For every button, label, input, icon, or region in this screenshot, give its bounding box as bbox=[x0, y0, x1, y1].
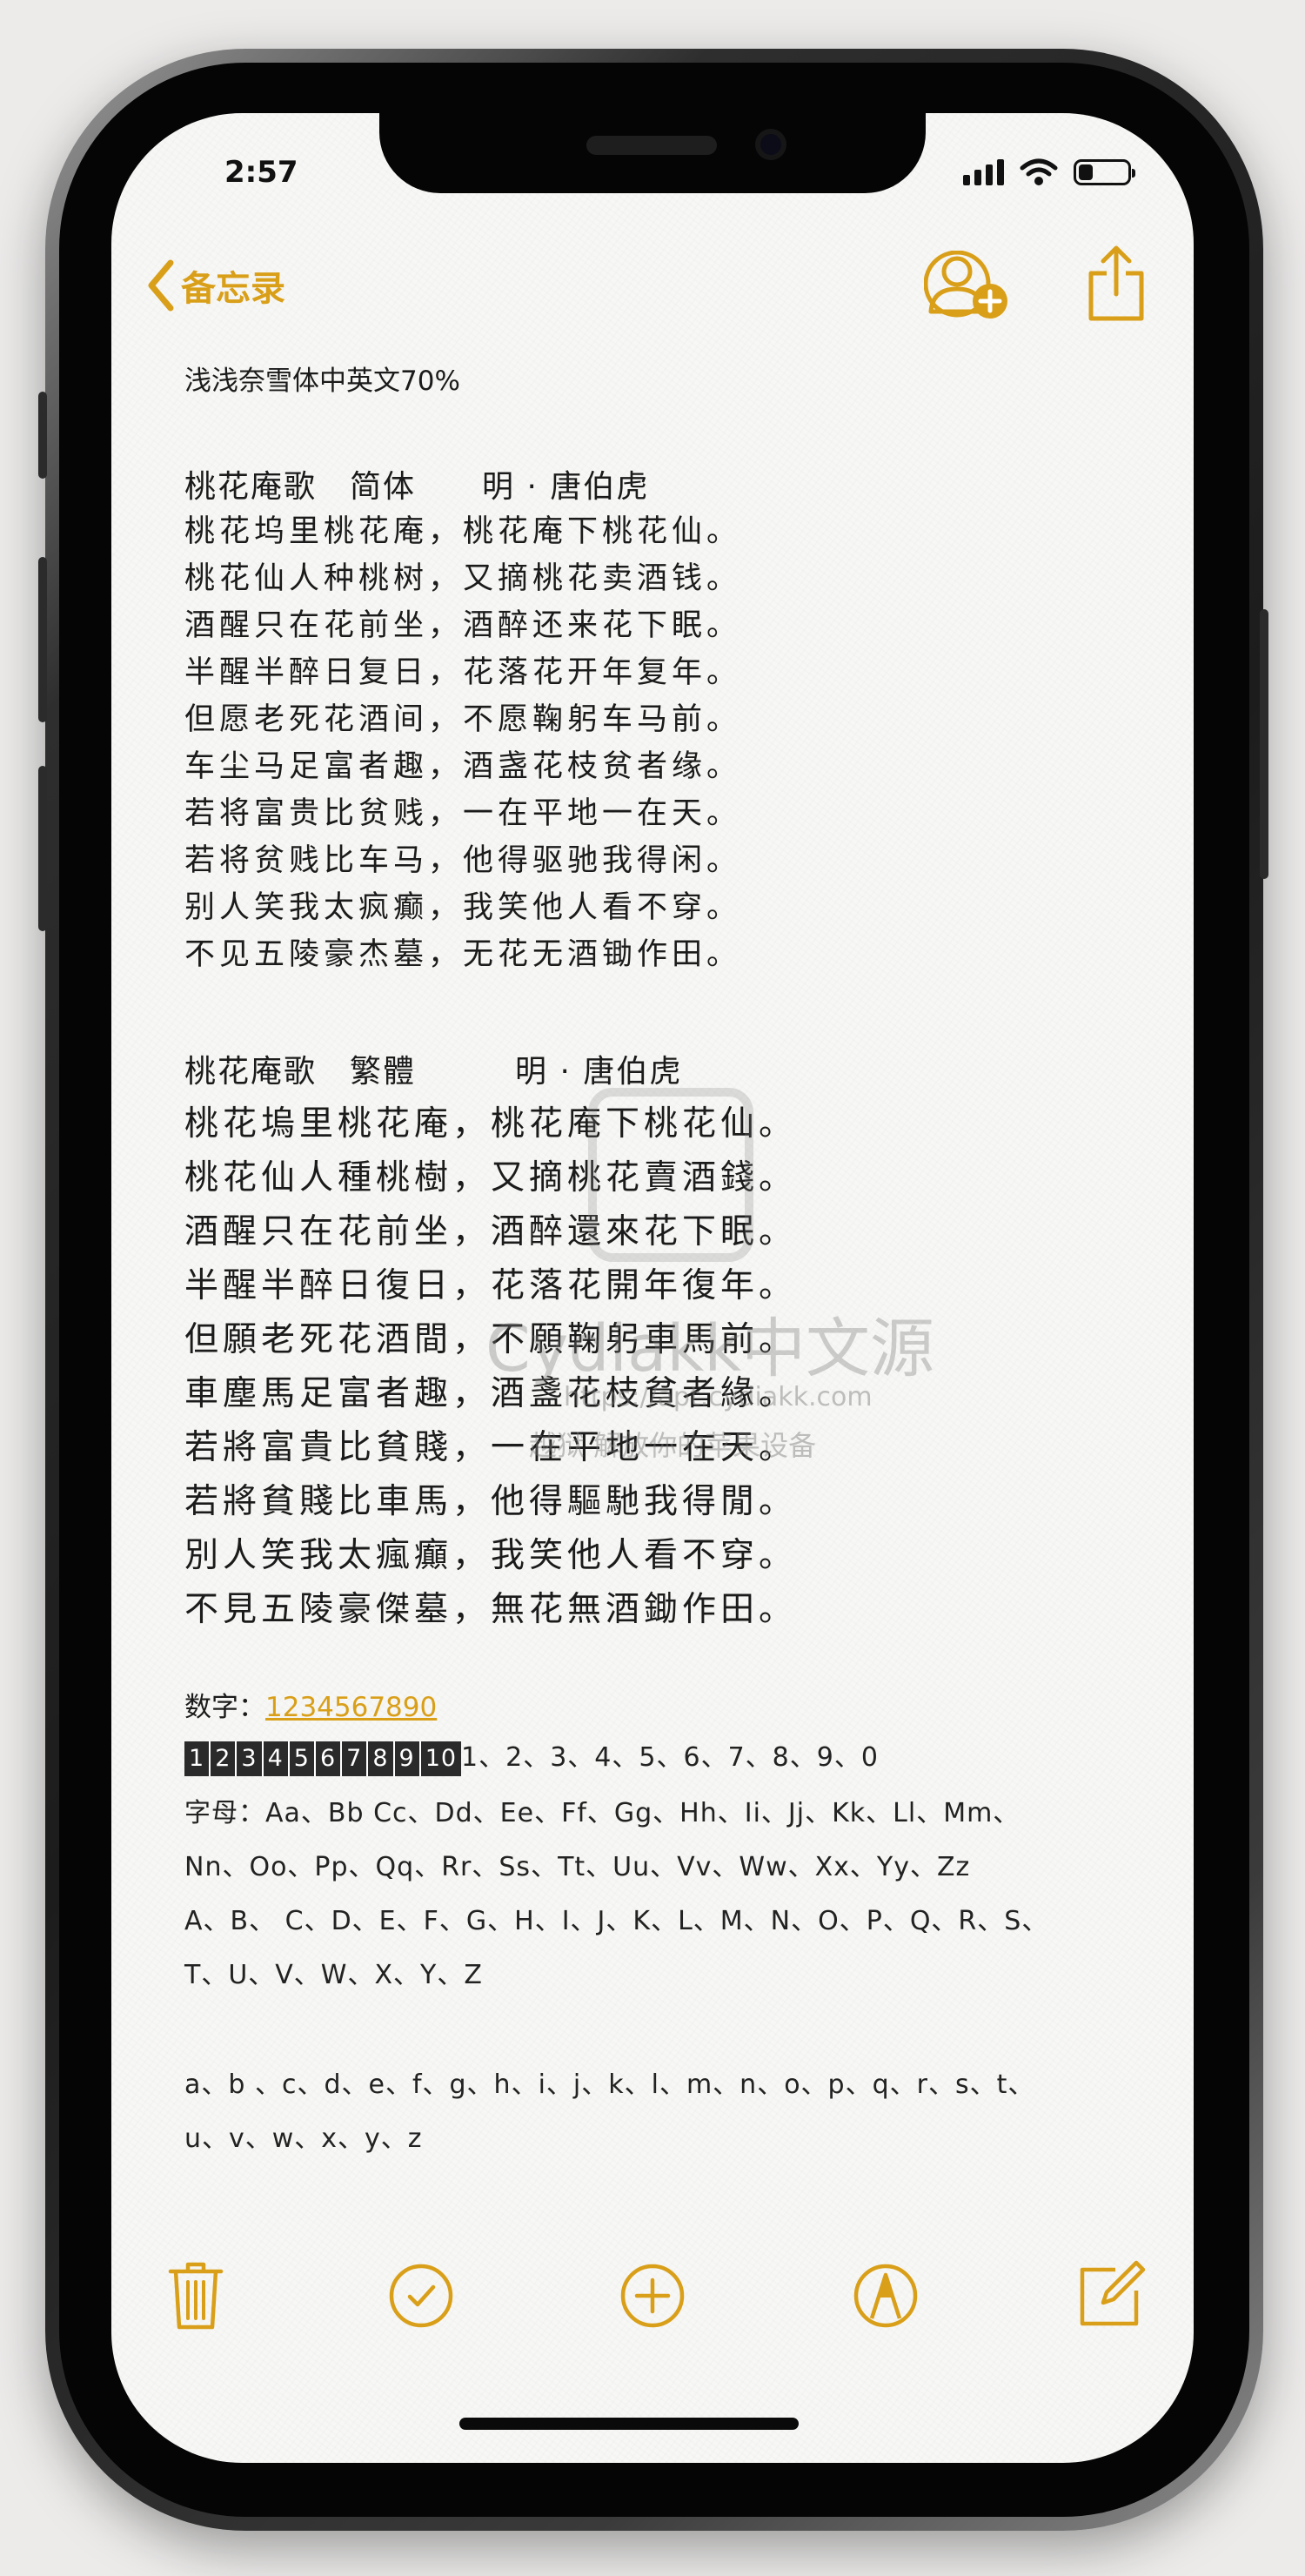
markup-icon[interactable] bbox=[853, 2263, 919, 2329]
checklist-icon[interactable] bbox=[388, 2263, 454, 2329]
digits-list: 1、2、3、4、5、6、7、8、9、0 bbox=[461, 1742, 879, 1773]
digits-row: 数字：1234567890 bbox=[184, 1685, 437, 1724]
boxed-digit: 6 bbox=[315, 1741, 343, 1776]
add-icon[interactable] bbox=[619, 2263, 686, 2329]
poem-line: 车尘马足富者趣，酒盏花枝贫者缘。 bbox=[184, 749, 742, 784]
poem-line: 桃花塢里桃花庵，桃花庵下桃花仙。 bbox=[184, 1104, 798, 1144]
boxed-digit: 2 bbox=[211, 1741, 238, 1776]
poem-line: 若將富貴比貧賤，一在平地一在天。 bbox=[184, 1428, 798, 1467]
boxed-digit: 10 bbox=[420, 1741, 462, 1776]
poem-line: 别人笑我太疯癫，我笑他人看不穿。 bbox=[184, 890, 742, 925]
boxed-digit: 8 bbox=[368, 1741, 395, 1776]
battery-icon bbox=[1074, 159, 1135, 185]
poem-line: 但願老死花酒間，不願鞠躬車馬前。 bbox=[184, 1320, 798, 1359]
boxed-digits: 1 2 3 4 5 6 7 8 9 10 bbox=[184, 1741, 462, 1776]
boxed-digit: 3 bbox=[237, 1741, 264, 1776]
chevron-left-icon bbox=[148, 259, 174, 312]
back-label: 备忘录 bbox=[181, 269, 285, 309]
add-people-icon[interactable] bbox=[924, 251, 1011, 322]
notch bbox=[379, 113, 926, 193]
letters-line: 字母：Aa、Bb Cc、Dd、Ee、Ff、Gg、Hh、Ii、Jj、Kk、Ll、M… bbox=[184, 1798, 1021, 1828]
digits-link[interactable]: 1234567890 bbox=[265, 1692, 437, 1723]
silent-switch bbox=[38, 392, 47, 479]
trash-icon[interactable] bbox=[167, 2259, 224, 2331]
poem-line: 別人笑我太瘋癲，我笑他人看不穿。 bbox=[184, 1536, 798, 1575]
poem-line: 酒醒只在花前坐，酒醉还来花下眠。 bbox=[184, 608, 742, 643]
boxed-digit: 7 bbox=[342, 1741, 369, 1776]
share-icon[interactable] bbox=[1086, 244, 1147, 324]
poem-line: 半醒半醉日复日，花落花开年复年。 bbox=[184, 655, 742, 690]
cellular-signal-icon bbox=[963, 159, 1004, 185]
boxed-digit: 1 bbox=[184, 1741, 211, 1776]
notes-screen: 2:57 备忘录 浅浅奈雪体中英文70% 桃花庵歌 简体 明 · 唐伯虎 桃花坞… bbox=[111, 113, 1194, 2463]
uppercase-line: A、B、 C、D、E、F、G、H、I、J、K、L、M、N、O、P、Q、R、S、 bbox=[184, 1906, 1049, 1936]
digits-label: 数字： bbox=[184, 1692, 265, 1723]
poem-line: 桃花坞里桃花庵，桃花庵下桃花仙。 bbox=[184, 514, 742, 549]
poem-line: 若将贫贱比车马，他得驱驰我得闲。 bbox=[184, 843, 742, 878]
poem-line: 若将富贵比贫贱，一在平地一在天。 bbox=[184, 796, 742, 831]
boxed-digit: 5 bbox=[289, 1741, 316, 1776]
poem-line: 車塵馬足富者趣，酒盞花枝貧者緣。 bbox=[184, 1374, 798, 1413]
lowercase-line: a、b 、c、d、e、f、g、h、i、j、k、l、m、n、o、p、q、r、s、t… bbox=[184, 2070, 1035, 2100]
poem-line: 但愿老死花酒间，不愿鞠躬车马前。 bbox=[184, 702, 742, 737]
letters-line: Nn、Oo、Pp、Qq、Rr、Ss、Tt、Uu、Vv、Ww、Xx、Yy、Zz bbox=[184, 1852, 971, 1882]
poem-line: 半醒半醉日復日，花落花開年復年。 bbox=[184, 1266, 798, 1305]
status-time: 2:57 bbox=[224, 155, 298, 190]
boxed-digits-row: 1 2 3 4 5 6 7 8 9 10 1、2、3、4、5、6、7、8、9、0 bbox=[184, 1735, 879, 1776]
poem-line: 不见五陵豪杰墓，无花无酒锄作田。 bbox=[184, 937, 742, 972]
front-camera bbox=[755, 129, 786, 160]
poem-line: 若將貧賤比車馬，他得驅馳我得閒。 bbox=[184, 1482, 798, 1521]
uppercase-line: T、U、V、W、X、Y、Z bbox=[184, 1960, 483, 1990]
compose-icon[interactable] bbox=[1077, 2259, 1147, 2329]
bottom-toolbar bbox=[111, 2259, 1194, 2338]
speaker bbox=[586, 136, 717, 155]
boxed-digit: 9 bbox=[394, 1741, 421, 1776]
poem-traditional-title: 桃花庵歌 繁體 明 · 唐伯虎 bbox=[184, 1054, 683, 1090]
home-indicator[interactable] bbox=[459, 2418, 799, 2430]
status-indicators bbox=[963, 158, 1135, 186]
volume-down-button bbox=[38, 766, 47, 931]
power-button bbox=[1260, 609, 1268, 879]
poem-simplified-title: 桃花庵歌 简体 明 · 唐伯虎 bbox=[184, 469, 650, 505]
boxed-digit: 4 bbox=[263, 1741, 290, 1776]
poem-line: 不見五陵豪傑墓，無花無酒鋤作田。 bbox=[184, 1590, 798, 1629]
back-button[interactable]: 备忘录 bbox=[146, 259, 285, 312]
volume-up-button bbox=[38, 557, 47, 722]
wifi-icon bbox=[1020, 158, 1058, 185]
poem-line: 桃花仙人種桃樹，又摘桃花賣酒錢。 bbox=[184, 1158, 798, 1197]
poem-line: 酒醒只在花前坐，酒醉還來花下眠。 bbox=[184, 1212, 798, 1251]
poem-line: 桃花仙人种桃树，又摘桃花卖酒钱。 bbox=[184, 561, 742, 596]
note-subtitle: 浅浅奈雪体中英文70% bbox=[184, 366, 460, 397]
lowercase-line: u、v、w、x、y、z bbox=[184, 2123, 423, 2154]
